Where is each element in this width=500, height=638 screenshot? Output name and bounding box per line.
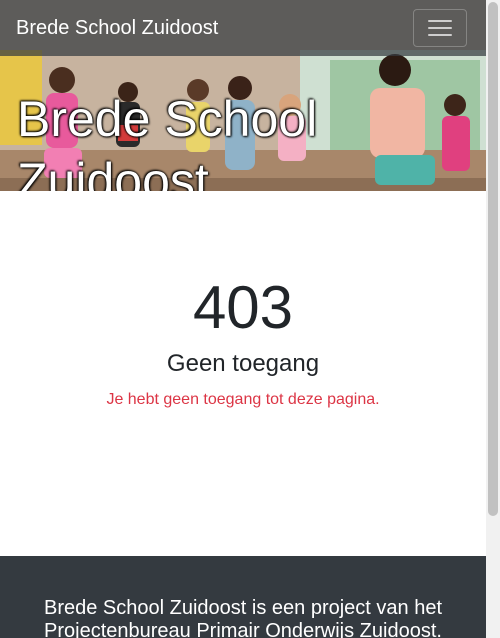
main-content: 403 Geen toegang Je hebt geen toegang to… xyxy=(0,191,486,556)
error-code: 403 xyxy=(192,274,294,341)
navbar-brand[interactable]: Brede School Zuidoost xyxy=(16,16,218,40)
page: Brede School Zuidoost Brede School Zuido… xyxy=(0,0,486,638)
footer-text: Brede School Zuidoost is een project van… xyxy=(44,597,443,638)
vertical-scrollbar[interactable] xyxy=(486,0,500,638)
scrollbar-thumb[interactable] xyxy=(488,2,498,516)
error-message: Je hebt geen toegang tot deze pagina. xyxy=(106,391,380,408)
footer: Brede School Zuidoost is een project van… xyxy=(0,556,486,638)
navbar-toggle-button[interactable] xyxy=(413,9,467,47)
hamburger-menu-icon xyxy=(428,20,452,36)
navbar: Brede School Zuidoost xyxy=(0,0,486,56)
hero-title: Brede School Zuidoost xyxy=(17,91,318,191)
error-heading: Geen toegang xyxy=(166,350,320,377)
